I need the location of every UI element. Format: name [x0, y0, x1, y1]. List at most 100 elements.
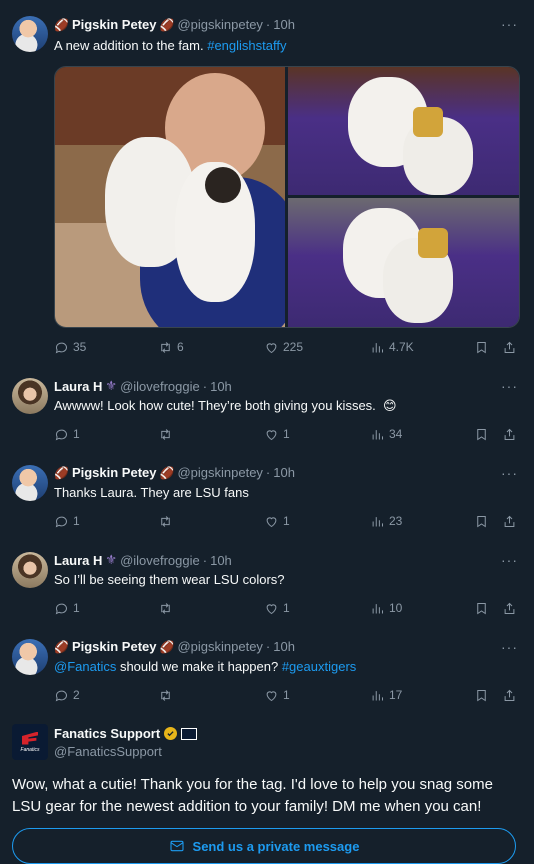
- timestamp[interactable]: 10h: [273, 639, 295, 654]
- tweet-reply[interactable]: Laura H ⚜ @ilovefroggie · 10h ··· Awwww!…: [0, 370, 534, 457]
- bookmark-button[interactable]: [474, 685, 489, 705]
- photo-man-with-puppies[interactable]: [55, 67, 285, 327]
- football-icon: 🏈: [159, 639, 175, 654]
- share-button[interactable]: [502, 685, 517, 705]
- more-options-icon[interactable]: ···: [501, 378, 518, 394]
- retweet-button[interactable]: [158, 685, 173, 705]
- like-button[interactable]: 1: [264, 511, 290, 531]
- views-count: 10: [389, 601, 403, 615]
- bookmark-icon: [477, 515, 486, 527]
- more-options-icon[interactable]: ···: [501, 552, 518, 568]
- tweet-reply[interactable]: Laura H ⚜ @ilovefroggie · 10h ··· So I’l…: [0, 544, 534, 631]
- avatar[interactable]: [12, 465, 48, 501]
- tweet-actions: 35 6 225 4.7K: [54, 337, 520, 357]
- photo-puppies-closeup-2[interactable]: [288, 198, 519, 327]
- author-name[interactable]: Pigskin Petey: [72, 465, 157, 480]
- like-button[interactable]: 1: [264, 598, 290, 618]
- author-name[interactable]: Pigskin Petey: [72, 639, 157, 654]
- separator: ·: [265, 639, 271, 654]
- reply-icon: [55, 516, 67, 527]
- author-handle[interactable]: @FanaticsSupport: [54, 744, 162, 759]
- photo-grid[interactable]: [54, 66, 520, 328]
- tweet-actions: 1 1 10: [54, 598, 520, 618]
- share-icon: [504, 515, 515, 527]
- heart-icon: [266, 429, 277, 440]
- retweet-button[interactable]: [158, 511, 173, 531]
- more-options-icon[interactable]: ···: [501, 16, 518, 32]
- avatar[interactable]: [12, 552, 48, 588]
- tweet-reply[interactable]: 🏈 Pigskin Petey 🏈 @pigskinpetey · 10h ··…: [0, 457, 534, 544]
- retweet-button[interactable]: 6: [158, 337, 184, 357]
- timestamp[interactable]: 10h: [273, 465, 295, 480]
- smile-emoji-icon: 😊: [383, 398, 397, 413]
- like-button[interactable]: 1: [264, 685, 290, 705]
- heart-icon: [266, 690, 277, 701]
- fanatics-avatar[interactable]: Fanatics: [12, 724, 48, 760]
- retweet-button[interactable]: [158, 598, 173, 618]
- author-name[interactable]: Pigskin Petey: [72, 17, 157, 32]
- retweet-icon: [161, 515, 170, 527]
- bookmark-icon: [477, 689, 486, 701]
- avatar[interactable]: [12, 378, 48, 414]
- like-count: 1: [283, 688, 290, 702]
- reply-button[interactable]: 2: [54, 685, 80, 705]
- reply-button[interactable]: 35: [54, 337, 86, 357]
- bookmark-icon: [477, 341, 486, 353]
- reply-button[interactable]: 1: [54, 598, 80, 618]
- author-handle[interactable]: @pigskinpetey: [177, 17, 262, 32]
- author-name[interactable]: Laura H: [54, 553, 102, 568]
- reply-count: 1: [73, 601, 80, 615]
- reply-button[interactable]: 1: [54, 511, 80, 531]
- bookmark-button[interactable]: [474, 337, 489, 357]
- views-button[interactable]: 34: [370, 424, 402, 444]
- reply-icon: [55, 690, 67, 701]
- share-icon: [504, 689, 515, 701]
- hashtag-link[interactable]: #englishstaffy: [207, 38, 286, 53]
- views-button[interactable]: 17: [370, 685, 402, 705]
- bookmark-button[interactable]: [474, 511, 489, 531]
- reply-icon: [55, 429, 67, 440]
- fanatics-logo-icon: [22, 731, 38, 745]
- photo-puppies-closeup-1[interactable]: [288, 67, 519, 195]
- tweet-original[interactable]: 🏈 Pigskin Petey 🏈 @pigskinpetey · 10h ··…: [0, 0, 534, 370]
- share-button[interactable]: [502, 337, 517, 357]
- author-handle[interactable]: @pigskinpetey: [177, 465, 262, 480]
- views-button[interactable]: 23: [370, 511, 402, 531]
- bookmark-button[interactable]: [474, 598, 489, 618]
- share-button[interactable]: [502, 511, 517, 531]
- timestamp[interactable]: 10h: [210, 379, 232, 394]
- tweet-actions: 2 1 17: [54, 685, 520, 705]
- author-handle[interactable]: @pigskinpetey: [177, 639, 262, 654]
- football-icon: 🏈: [54, 17, 69, 32]
- mention-link[interactable]: @Fanatics: [54, 659, 116, 674]
- tweet-reply[interactable]: 🏈 Pigskin Petey 🏈 @pigskinpetey · 10h ··…: [0, 631, 534, 718]
- retweet-icon: [161, 689, 170, 701]
- timestamp[interactable]: 10h: [210, 553, 232, 568]
- avatar[interactable]: [12, 639, 48, 675]
- views-button[interactable]: 10: [370, 598, 402, 618]
- tweet-text-body: A new addition to the fam.: [54, 38, 208, 53]
- like-button[interactable]: 1: [264, 424, 290, 444]
- timestamp[interactable]: 10h: [273, 17, 295, 32]
- reply-count: 1: [73, 514, 80, 528]
- reply-button[interactable]: 1: [54, 424, 80, 444]
- like-count: 225: [283, 340, 304, 354]
- retweet-icon: [161, 602, 170, 614]
- hashtag-link[interactable]: #geauxtigers: [282, 659, 356, 674]
- envelope-icon: [169, 840, 184, 852]
- bookmark-button[interactable]: [474, 424, 489, 444]
- share-button[interactable]: [502, 598, 517, 618]
- retweet-button[interactable]: [158, 424, 173, 444]
- share-button[interactable]: [502, 424, 517, 444]
- more-options-icon[interactable]: ···: [501, 465, 518, 481]
- bookmark-icon: [477, 602, 486, 614]
- avatar[interactable]: [12, 16, 48, 52]
- more-options-icon[interactable]: ···: [501, 639, 518, 655]
- author-handle[interactable]: @ilovefroggie: [120, 553, 200, 568]
- like-button[interactable]: 225: [264, 337, 303, 357]
- share-icon: [504, 602, 515, 614]
- author-name[interactable]: Fanatics Support: [54, 726, 160, 741]
- author-name[interactable]: Laura H: [54, 379, 102, 394]
- author-handle[interactable]: @ilovefroggie: [120, 379, 200, 394]
- views-button[interactable]: 4.7K: [370, 337, 414, 357]
